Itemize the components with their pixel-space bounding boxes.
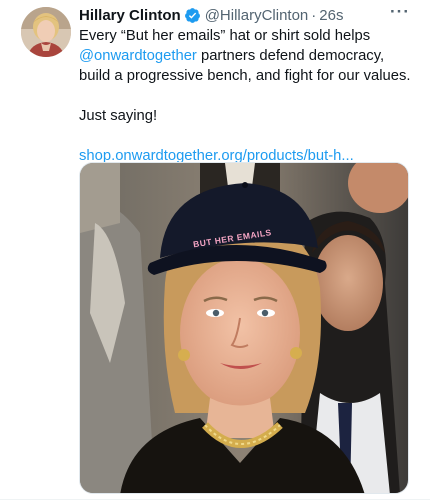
author-handle[interactable]: @HillaryClinton (205, 7, 309, 24)
text-line-2-rest: partners defend democracy, (196, 48, 385, 64)
text-line-1: Every “But her emails” hat or shirt sold… (79, 28, 371, 44)
text-line-3: build a progressive bench, and fight for… (79, 68, 411, 84)
more-options-icon[interactable]: ··· (390, 2, 410, 22)
text-line-4: Just saying! (79, 108, 158, 124)
separator-dot: · (311, 6, 317, 24)
avatar[interactable] (21, 7, 71, 57)
media-photo: BUT HER EMAILS (80, 163, 408, 493)
tweet-media[interactable]: BUT HER EMAILS (79, 162, 409, 494)
author-name[interactable]: Hillary Clinton (79, 7, 181, 24)
timestamp[interactable]: 26s (319, 7, 343, 24)
text-line-2: @onwardtogether partners defend democrac… (79, 46, 424, 66)
avatar-image (21, 7, 71, 57)
tweet-header: Hillary Clinton @HillaryClinton · 26s ··… (79, 2, 410, 26)
verified-badge-icon (184, 7, 201, 24)
mention-link[interactable]: @onwardtogether (79, 48, 197, 64)
tweet[interactable]: Hillary Clinton @HillaryClinton · 26s ··… (0, 0, 430, 500)
tweet-text: Every “But her emails” hat or shirt sold… (79, 26, 424, 166)
